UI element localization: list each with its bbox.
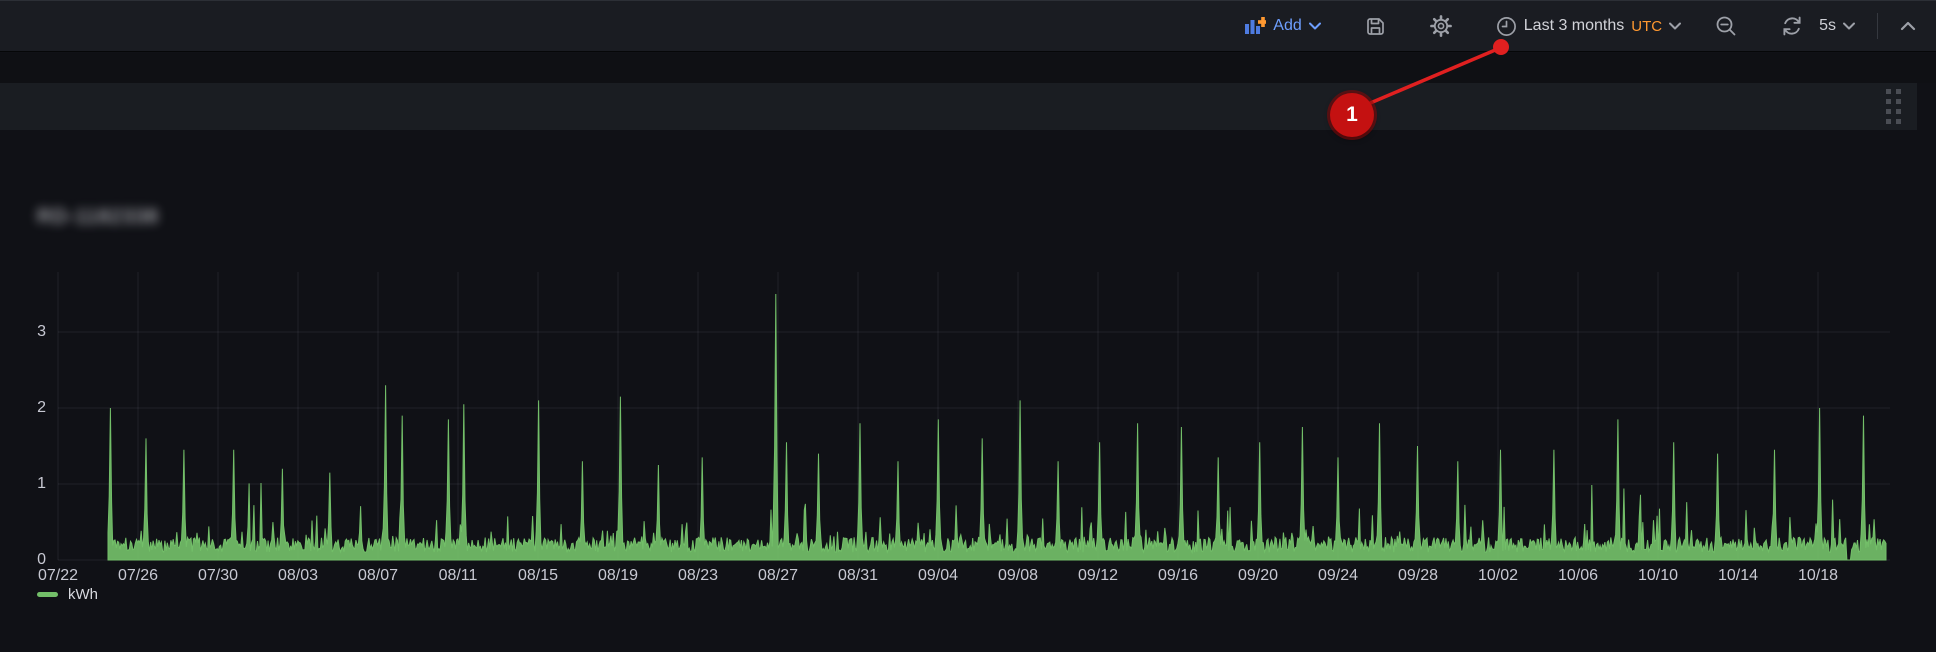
- chart-gridlines: [58, 272, 1890, 560]
- x-tick-label: 10/06: [1542, 566, 1614, 586]
- x-tick-label: 07/22: [22, 566, 94, 586]
- x-tick-label: 10/02: [1462, 566, 1534, 586]
- x-tick-label: 08/31: [822, 566, 894, 586]
- x-tick-label: 07/30: [182, 566, 254, 586]
- legend-label: kWh: [68, 586, 98, 603]
- timeseries-chart[interactable]: [0, 0, 1936, 652]
- kwh-area-series: [108, 294, 1886, 560]
- x-tick-label: 09/04: [902, 566, 974, 586]
- x-tick-label: 10/14: [1702, 566, 1774, 586]
- x-tick-label: 09/20: [1222, 566, 1294, 586]
- x-tick-label: 08/23: [662, 566, 734, 586]
- x-tick-label: 08/19: [582, 566, 654, 586]
- x-tick-label: 08/27: [742, 566, 814, 586]
- annotation-badge-1: 1: [1330, 93, 1374, 137]
- x-tick-label: 09/08: [982, 566, 1054, 586]
- y-tick-label: 2: [12, 398, 46, 418]
- x-tick-label: 10/10: [1622, 566, 1694, 586]
- x-tick-label: 07/26: [102, 566, 174, 586]
- x-tick-label: 10/18: [1782, 566, 1854, 586]
- y-tick-label: 3: [12, 322, 46, 342]
- x-tick-label: 08/15: [502, 566, 574, 586]
- legend-swatch: [37, 592, 58, 597]
- x-tick-label: 09/24: [1302, 566, 1374, 586]
- annotation-number: 1: [1346, 103, 1358, 127]
- x-tick-label: 08/03: [262, 566, 334, 586]
- x-tick-label: 09/28: [1382, 566, 1454, 586]
- x-tick-label: 08/11: [422, 566, 494, 586]
- y-tick-label: 1: [12, 474, 46, 494]
- grafana-dashboard: Add: [0, 0, 1936, 652]
- x-tick-label: 08/07: [342, 566, 414, 586]
- x-tick-label: 09/12: [1062, 566, 1134, 586]
- x-tick-label: 09/16: [1142, 566, 1214, 586]
- legend-item-kwh[interactable]: kWh: [37, 586, 98, 603]
